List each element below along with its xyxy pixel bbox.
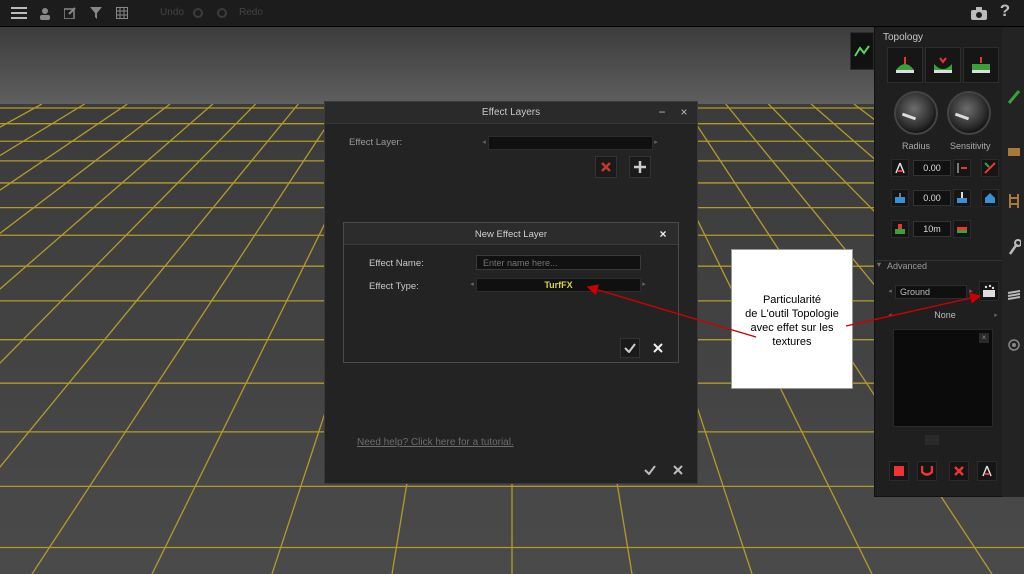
target-icon[interactable] xyxy=(1004,331,1024,359)
callout-text: Particularité de L'outil Topologie avec … xyxy=(745,294,839,348)
radius-knob[interactable] xyxy=(894,91,938,135)
effect-type-dropdown[interactable]: TurfFX xyxy=(476,278,641,292)
effect-layer-dropdown[interactable] xyxy=(488,136,653,150)
redo-gear-icon xyxy=(216,5,228,21)
undo-gear-icon xyxy=(192,5,204,21)
new-dialog-close-button[interactable]: × xyxy=(656,227,670,241)
close-button[interactable]: × xyxy=(677,105,691,119)
topology-title: Topology xyxy=(883,32,924,43)
new-cancel-button[interactable] xyxy=(648,338,668,358)
grid-icon[interactable] xyxy=(115,5,129,21)
effect-layer-prev-arrow[interactable]: ◂ xyxy=(481,136,487,150)
value-field-1[interactable]: 0.00 xyxy=(913,160,951,176)
none-next-arrow[interactable]: ▸ xyxy=(993,309,999,323)
raise-terrain-button[interactable] xyxy=(887,47,923,83)
filter-icon[interactable] xyxy=(89,5,103,21)
fence-icon[interactable] xyxy=(1004,187,1024,215)
wrench-icon[interactable] xyxy=(1004,233,1024,261)
ground-dropdown[interactable]: Ground xyxy=(895,285,967,299)
topology-panel: Topology Radius Sensitivity 0.00 0.00 10… xyxy=(874,27,1003,497)
lower-terrain-button[interactable] xyxy=(925,47,961,83)
pick-icon[interactable] xyxy=(981,159,999,177)
effect-type-label: Effect Type: xyxy=(369,281,419,292)
none-prev-arrow[interactable]: ◂ xyxy=(887,309,893,323)
value-field-3[interactable]: 10m xyxy=(913,221,951,237)
tutorial-link[interactable]: Need help? Click here for a tutorial. xyxy=(357,437,514,448)
magnet-icon[interactable] xyxy=(917,461,937,481)
compass-tool-icon[interactable] xyxy=(977,461,997,481)
stop-icon[interactable] xyxy=(889,461,909,481)
redo-button[interactable]: Redo xyxy=(239,7,263,18)
new-effect-layer-title: New Effect Layer xyxy=(474,229,548,240)
sensitivity-label: Sensitivity xyxy=(950,141,991,151)
preview-close-icon[interactable]: × xyxy=(979,333,989,343)
texture-effect-icon[interactable] xyxy=(979,281,999,301)
effect-name-input[interactable] xyxy=(476,255,641,270)
delete-layer-button[interactable] xyxy=(595,156,617,178)
edit-icon[interactable] xyxy=(63,5,77,21)
effect-layers-title: Effect Layers xyxy=(481,107,541,118)
camera-icon[interactable] xyxy=(970,5,988,21)
paint-brush-icon[interactable] xyxy=(1004,83,1024,111)
radius-label: Radius xyxy=(902,141,931,151)
minimize-button[interactable]: − xyxy=(655,105,669,119)
top-toolbar: Undo Redo ? xyxy=(0,0,1024,27)
tool-strip xyxy=(1002,27,1024,497)
hamburger-icon[interactable] xyxy=(10,5,28,21)
confirm-icon[interactable] xyxy=(639,459,661,481)
objects-icon[interactable] xyxy=(1004,137,1024,165)
sensitivity-knob[interactable] xyxy=(947,91,991,135)
terrain-paint-icon[interactable] xyxy=(850,32,874,70)
new-effect-layer-dialog: New Effect Layer × Effect Name: Effect T… xyxy=(343,222,679,363)
new-confirm-button[interactable] xyxy=(620,338,640,358)
value-field-2[interactable]: 0.00 xyxy=(913,190,951,206)
collapse-arrow-icon[interactable]: ▾ xyxy=(877,260,881,269)
height-icon[interactable] xyxy=(953,159,971,177)
advanced-label[interactable]: Advanced xyxy=(887,261,927,271)
compass-icon[interactable] xyxy=(891,159,909,177)
slope-icon[interactable] xyxy=(953,220,971,238)
effect-name-label: Effect Name: xyxy=(369,258,424,269)
effect-layers-titlebar[interactable]: Effect Layers − × xyxy=(325,102,697,124)
none-dropdown[interactable]: None xyxy=(897,309,993,323)
texture-preview: × xyxy=(893,329,993,427)
water-raise-icon[interactable] xyxy=(953,189,971,207)
preview-scroll-handle[interactable] xyxy=(925,435,939,445)
flatten-terrain-button[interactable] xyxy=(963,47,999,83)
effect-layer-label: Effect Layer: xyxy=(349,137,403,148)
add-layer-button[interactable] xyxy=(629,156,651,178)
effect-type-next-arrow[interactable]: ▸ xyxy=(641,278,647,292)
water-house-icon[interactable] xyxy=(981,189,999,207)
delete-icon[interactable] xyxy=(949,461,969,481)
layers-icon[interactable] xyxy=(1004,281,1024,309)
effect-type-prev-arrow[interactable]: ◂ xyxy=(469,278,475,292)
ground-next-arrow[interactable]: ▸ xyxy=(968,285,974,299)
user-icon[interactable] xyxy=(38,5,52,21)
water-level-icon[interactable] xyxy=(891,189,909,207)
help-icon[interactable]: ? xyxy=(997,1,1013,20)
undo-button[interactable]: Undo xyxy=(160,7,184,18)
effect-layer-next-arrow[interactable]: ▸ xyxy=(653,136,659,150)
step-icon[interactable] xyxy=(891,220,909,238)
annotation-callout: Particularité de L'outil Topologie avec … xyxy=(731,249,853,389)
cancel-icon[interactable] xyxy=(667,459,689,481)
ground-prev-arrow[interactable]: ◂ xyxy=(887,285,893,299)
new-effect-layer-titlebar[interactable]: New Effect Layer × xyxy=(344,223,678,245)
